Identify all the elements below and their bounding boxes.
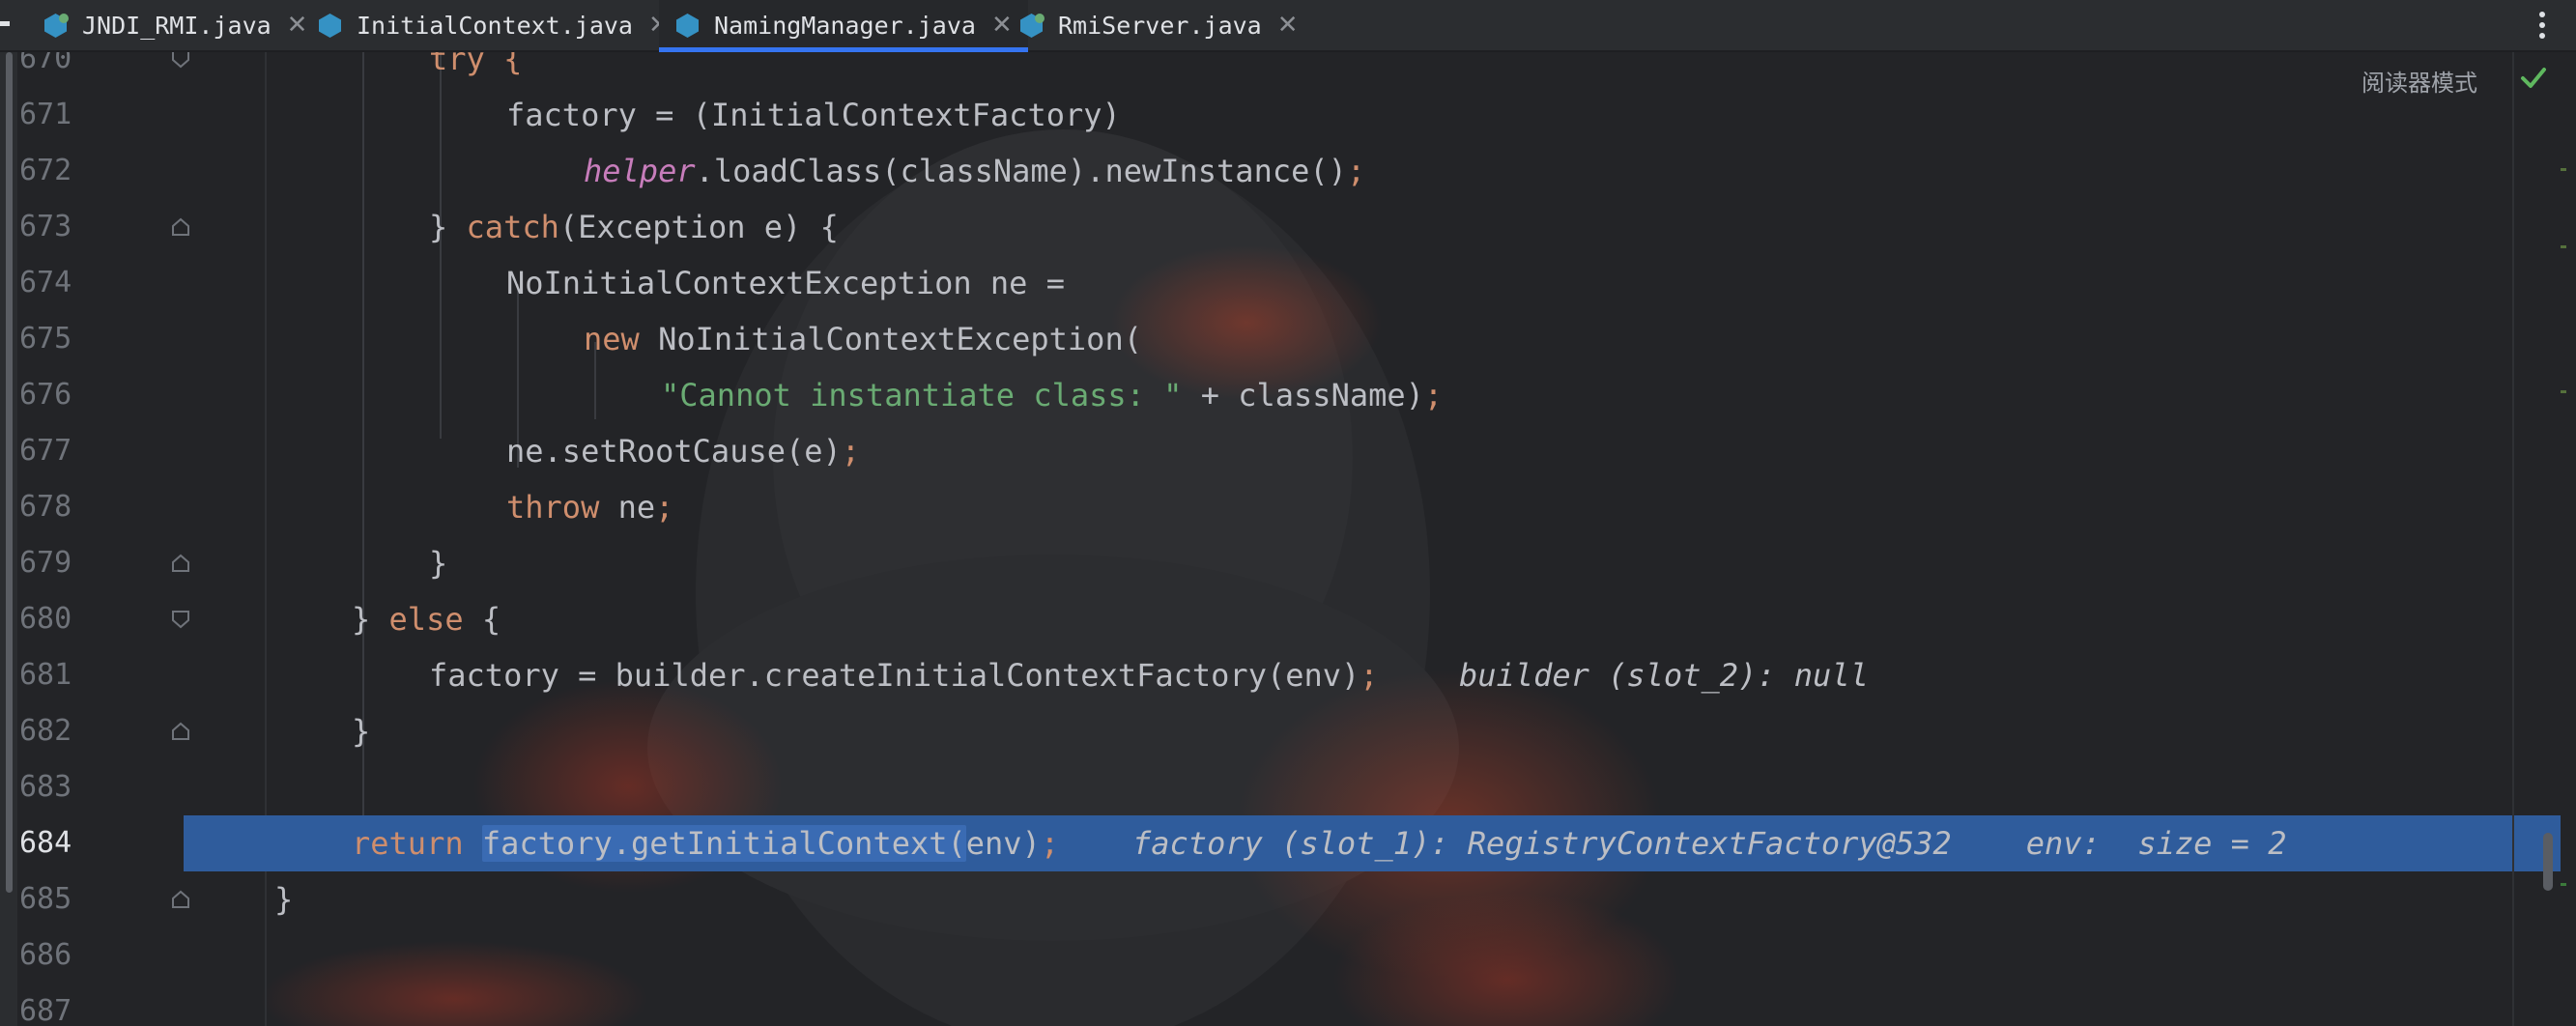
fold-marker-icon[interactable]: [170, 216, 191, 238]
code-line[interactable]: 671 factory = (InitialContextFactory): [0, 87, 2561, 143]
code-text: new NoInitialContextException(: [584, 321, 1142, 357]
editor-tab-bar: JNDI_RMI.java ✕ InitialContext.java ✕ Na…: [0, 0, 2576, 52]
code-text: try {: [429, 52, 523, 77]
line-number: 670: [19, 52, 72, 75]
line-number: 684: [19, 826, 72, 860]
right-separator: [2512, 52, 2514, 1026]
tab-naming-manager[interactable]: NamingManager.java ✕: [659, 0, 1028, 52]
close-icon[interactable]: ✕: [991, 11, 1013, 40]
line-number: 681: [19, 658, 72, 692]
java-class-icon: [674, 13, 701, 39]
line-number: 679: [19, 546, 72, 580]
line-number: 687: [19, 994, 72, 1026]
line-number: 680: [19, 602, 72, 636]
code-text: NoInitialContextException ne =: [506, 265, 1065, 301]
tab-label: RmiServer.java: [1058, 11, 1262, 40]
code-text: } catch(Exception e) {: [429, 209, 839, 245]
fold-marker-icon[interactable]: [170, 52, 191, 70]
error-stripe-mark[interactable]: [2561, 883, 2566, 886]
line-number: 677: [19, 434, 72, 468]
tab-jndi-rmi[interactable]: JNDI_RMI.java ✕: [43, 0, 307, 50]
line-number: 676: [19, 378, 72, 412]
code-text: }: [429, 545, 448, 582]
code-line[interactable]: 681 factory = builder.createInitialConte…: [0, 647, 2561, 703]
java-class-icon: [43, 13, 69, 39]
code-text: factory = (InitialContextFactory): [506, 97, 1121, 133]
fold-marker-icon[interactable]: [170, 889, 191, 910]
code-line[interactable]: 685 }: [0, 871, 2561, 927]
code-line[interactable]: 686: [0, 927, 2561, 983]
code-line[interactable]: 680 } else {: [0, 591, 2561, 647]
tab-label: NamingManager.java: [714, 11, 976, 40]
code-line[interactable]: 678 throw ne;: [0, 479, 2561, 535]
inline-debug-value[interactable]: builder (slot_2): null: [1459, 647, 1869, 703]
code-line[interactable]: 672 helper.loadClass(className).newInsta…: [0, 143, 2561, 199]
reader-mode-toggle[interactable]: 阅读器模式: [2361, 64, 2477, 98]
tab-label: JNDI_RMI.java: [82, 11, 272, 40]
code-line[interactable]: 676 "Cannot instantiate class: " + class…: [0, 367, 2561, 423]
fold-marker-icon[interactable]: [170, 721, 191, 742]
current-execution-line[interactable]: return factory.getInitialContext(env); f…: [184, 815, 2561, 871]
line-number: 685: [19, 882, 72, 916]
error-stripe-mark[interactable]: [2561, 390, 2566, 393]
line-number: 675: [19, 322, 72, 356]
code-text: }: [274, 881, 294, 918]
line-number: 686: [19, 938, 72, 972]
line-number: 682: [19, 714, 72, 748]
close-icon[interactable]: ✕: [287, 11, 308, 40]
code-line[interactable]: 682 }: [0, 703, 2561, 759]
inline-debug-value[interactable]: factory (slot_1): RegistryContextFactory…: [1132, 815, 2286, 871]
error-stripe-mark[interactable]: [2561, 245, 2566, 248]
code-line[interactable]: 673 } catch(Exception e) {: [0, 199, 2561, 255]
tab-overflow-marker: [0, 21, 10, 26]
vertical-scrollbar-thumb[interactable]: [2543, 833, 2553, 891]
line-number: 673: [19, 210, 72, 243]
code-line[interactable]: 677 ne.setRootCause(e);: [0, 423, 2561, 479]
line-number: 674: [19, 266, 72, 299]
code-text: }: [352, 713, 371, 750]
line-number: 678: [19, 490, 72, 524]
code-text: } else {: [352, 601, 501, 638]
code-text: "Cannot instantiate class: " + className…: [661, 377, 1444, 413]
tab-label: InitialContext.java: [357, 11, 633, 40]
code-editor[interactable]: 670 try { 671 factory = (InitialContextF…: [0, 52, 2576, 1026]
line-number: 672: [19, 154, 72, 187]
fold-marker-icon[interactable]: [170, 609, 191, 630]
tab-initial-context[interactable]: InitialContext.java ✕: [317, 0, 670, 50]
code-line[interactable]: 670 try {: [0, 52, 2561, 87]
code-text: helper.loadClass(className).newInstance(…: [584, 153, 1366, 189]
code-text: ne.setRootCause(e);: [506, 433, 861, 470]
code-line[interactable]: 674 NoInitialContextException ne =: [0, 255, 2561, 311]
code-line[interactable]: 683: [0, 759, 2561, 815]
execution-line-gutter[interactable]: 684: [0, 815, 184, 871]
code-line[interactable]: 675 new NoInitialContextException(: [0, 311, 2561, 367]
code-line[interactable]: 679 }: [0, 535, 2561, 591]
close-icon[interactable]: ✕: [1277, 11, 1299, 40]
code-line[interactable]: 687: [0, 983, 2561, 1026]
tab-rmi-server[interactable]: RmiServer.java ✕: [1018, 0, 1299, 50]
java-class-icon: [1018, 13, 1045, 39]
code-text: throw ne;: [506, 489, 674, 526]
fold-marker-icon[interactable]: [170, 553, 191, 574]
more-options-icon[interactable]: [2539, 12, 2545, 39]
line-number: 671: [19, 98, 72, 131]
error-stripe-mark[interactable]: [2561, 168, 2566, 171]
java-class-icon: [317, 13, 343, 39]
line-number: 683: [19, 770, 72, 804]
code-text: return factory.getInitialContext(env);: [352, 825, 1060, 862]
code-text: factory = builder.createInitialContextFa…: [429, 657, 1379, 694]
